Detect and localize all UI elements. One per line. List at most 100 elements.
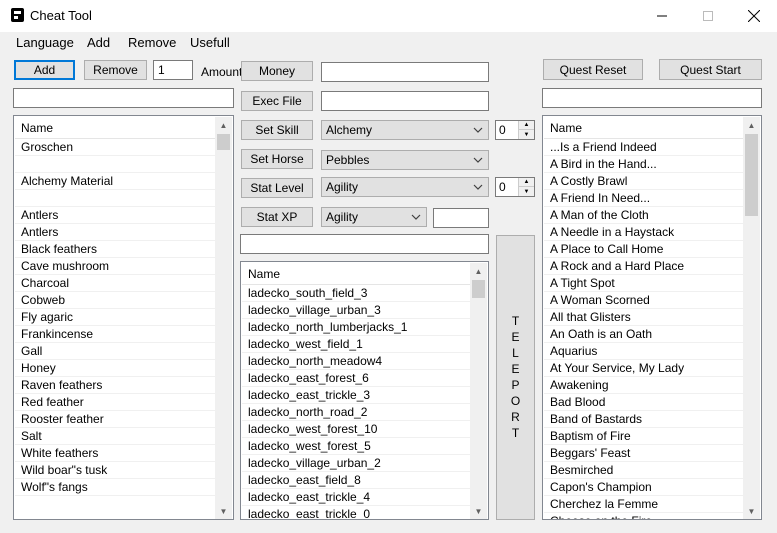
quest-list-row[interactable]: Cheese on the Fire (544, 513, 744, 519)
item-list-row[interactable]: Rooster feather (15, 411, 216, 428)
item-list-row[interactable]: Frankincense (15, 326, 216, 343)
quest-list-row[interactable]: Baptism of Fire (544, 428, 744, 445)
location-list-row[interactable]: ladecko_south_field_3 (242, 285, 471, 302)
item-list-scrollbar[interactable]: ▲ ▼ (215, 117, 232, 519)
add-button[interactable]: Add (14, 60, 75, 80)
quest-list-row[interactable]: All that Glisters (544, 309, 744, 326)
money-input[interactable] (321, 62, 489, 82)
item-list-row[interactable]: Cobweb (15, 292, 216, 309)
quest-list-row[interactable]: ...Is a Friend Indeed (544, 139, 744, 156)
item-list-row[interactable]: Charcoal (15, 275, 216, 292)
quest-list-row[interactable]: A Woman Scorned (544, 292, 744, 309)
scroll-thumb[interactable] (472, 280, 485, 298)
location-filter-input[interactable] (240, 234, 489, 254)
quest-list-row[interactable]: Beggars' Feast (544, 445, 744, 462)
scroll-thumb[interactable] (745, 134, 758, 216)
menu-language[interactable]: Language (16, 35, 74, 50)
quest-list-row[interactable]: Aquarius (544, 343, 744, 360)
quest-list-row[interactable]: A Costly Brawl (544, 173, 744, 190)
item-list-row[interactable]: Black feathers (15, 241, 216, 258)
quest-start-button[interactable]: Quest Start (659, 59, 762, 80)
item-list-row[interactable] (15, 156, 216, 173)
quest-list-row[interactable]: At Your Service, My Lady (544, 360, 744, 377)
quest-list-row[interactable]: Awakening (544, 377, 744, 394)
stepper-down-icon[interactable]: ▼ (519, 130, 534, 139)
stat-value-stepper[interactable]: 0 ▲ ▼ (495, 177, 535, 197)
location-list-row[interactable]: ladecko_north_lumberjacks_1 (242, 319, 471, 336)
set-horse-button[interactable]: Set Horse (241, 149, 313, 169)
teleport-button[interactable]: TELEPORT (496, 235, 535, 520)
location-list-row[interactable]: ladecko_north_meadow4 (242, 353, 471, 370)
item-list-row[interactable]: Cave mushroom (15, 258, 216, 275)
skill-value-stepper[interactable]: 0 ▲ ▼ (495, 120, 535, 140)
item-list-row[interactable]: Wolf"s fangs (15, 479, 216, 496)
close-button[interactable] (731, 0, 777, 32)
stepper-up-icon[interactable]: ▲ (519, 121, 534, 130)
quest-list-row[interactable]: A Needle in a Haystack (544, 224, 744, 241)
location-list-scrollbar[interactable]: ▲ ▼ (470, 263, 487, 519)
remove-button[interactable]: Remove (84, 60, 147, 80)
quest-list-row[interactable]: Besmirched (544, 462, 744, 479)
quest-list-row[interactable]: An Oath is an Oath (544, 326, 744, 343)
menu-add[interactable]: Add (87, 35, 110, 50)
location-list-row[interactable]: ladecko_village_urban_3 (242, 302, 471, 319)
location-list-row[interactable]: ladecko_village_urban_2 (242, 455, 471, 472)
quest-list[interactable]: Name ...Is a Friend Indeed A Bird in the … (542, 115, 762, 520)
item-list-row[interactable]: Wild boar"s tusk (15, 462, 216, 479)
item-list-row[interactable]: Antlers (15, 224, 216, 241)
stat-xp-button[interactable]: Stat XP (241, 207, 313, 227)
quest-filter-input[interactable] (542, 88, 762, 108)
item-list-row[interactable]: Raven feathers (15, 377, 216, 394)
scroll-up-icon[interactable]: ▲ (743, 117, 760, 134)
stat-xp-input[interactable] (433, 208, 489, 228)
menu-usefull[interactable]: Usefull (190, 35, 230, 50)
amount-input[interactable]: 1 (153, 60, 193, 80)
stepper-up-icon[interactable]: ▲ (519, 178, 534, 187)
item-filter-input[interactable] (13, 88, 234, 108)
location-list-row[interactable]: ladecko_west_forest_10 (242, 421, 471, 438)
money-button[interactable]: Money (241, 61, 313, 81)
quest-list-row[interactable]: A Tight Spot (544, 275, 744, 292)
exec-file-button[interactable]: Exec File (241, 91, 313, 111)
stepper-down-icon[interactable]: ▼ (519, 187, 534, 196)
item-list-row[interactable]: Antlers (15, 207, 216, 224)
quest-list-row[interactable]: Bad Blood (544, 394, 744, 411)
item-list-row[interactable]: Gall (15, 343, 216, 360)
location-list-row[interactable]: ladecko_east_forest_6 (242, 370, 471, 387)
location-list-row[interactable]: ladecko_east_trickle_4 (242, 489, 471, 506)
quest-list-row[interactable]: Capon's Champion (544, 479, 744, 496)
scroll-down-icon[interactable]: ▼ (743, 503, 760, 519)
quest-reset-button[interactable]: Quest Reset (543, 59, 643, 80)
scroll-thumb[interactable] (217, 134, 230, 150)
item-list-row[interactable]: Honey (15, 360, 216, 377)
quest-list-row[interactable]: Cherchez la Femme (544, 496, 744, 513)
item-list-row[interactable]: Red feather (15, 394, 216, 411)
quest-list-row[interactable]: A Place to Call Home (544, 241, 744, 258)
menu-remove[interactable]: Remove (128, 35, 176, 50)
quest-list-scrollbar[interactable]: ▲ ▼ (743, 117, 760, 519)
item-list-row[interactable]: Fly agaric (15, 309, 216, 326)
location-list-row[interactable]: ladecko_east_trickle_0 (242, 506, 471, 519)
item-list-row[interactable]: Salt (15, 428, 216, 445)
location-list-header[interactable]: Name (242, 263, 471, 285)
quest-list-row[interactable]: A Friend In Need... (544, 190, 744, 207)
item-list-row[interactable]: Alchemy Material (15, 173, 216, 190)
location-list-row[interactable]: ladecko_east_trickle_3 (242, 387, 471, 404)
scroll-down-icon[interactable]: ▼ (215, 503, 232, 519)
location-list[interactable]: Name ladecko_south_field_3 ladecko_villag… (240, 261, 489, 520)
item-list-row[interactable] (15, 190, 216, 207)
quest-list-row[interactable]: A Bird in the Hand... (544, 156, 744, 173)
quest-list-row[interactable]: A Man of the Cloth (544, 207, 744, 224)
item-list[interactable]: Name Groschen Alchemy Material Antlers Antl… (13, 115, 234, 520)
quest-list-row[interactable]: Band of Bastards (544, 411, 744, 428)
location-list-row[interactable]: ladecko_north_road_2 (242, 404, 471, 421)
skill-select[interactable]: Alchemy (321, 120, 489, 140)
item-list-row[interactable]: Groschen (15, 139, 216, 156)
minimize-button[interactable] (639, 0, 685, 32)
item-list-row[interactable]: White feathers (15, 445, 216, 462)
item-list-header[interactable]: Name (15, 117, 216, 139)
location-list-row[interactable]: ladecko_west_forest_5 (242, 438, 471, 455)
scroll-down-icon[interactable]: ▼ (470, 503, 487, 519)
stat-select[interactable]: Agility (321, 177, 489, 197)
location-list-row[interactable]: ladecko_west_field_1 (242, 336, 471, 353)
